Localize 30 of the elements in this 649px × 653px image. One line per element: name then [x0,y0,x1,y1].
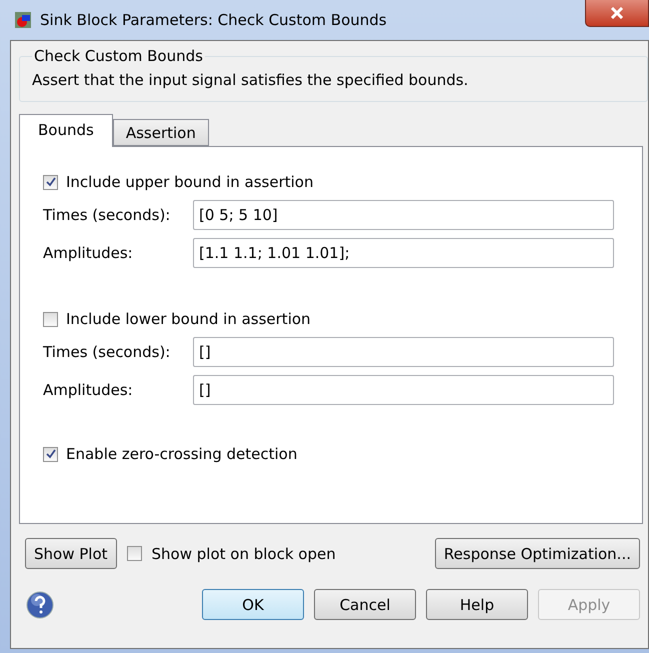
field-label: Times (seconds): [43,343,172,361]
checkbox[interactable] [43,446,58,462]
dialog-button[interactable]: Cancel [314,589,416,620]
input-field[interactable]: [1.1 1.1; 1.01 1.01]; [193,238,614,268]
window-title: Sink Block Parameters: Check Custom Bounds [40,11,388,29]
checkbox-label: Include lower bound in assertion [66,310,311,328]
field-label: Amplitudes: [43,244,134,262]
checkbox-label: Enable zero-crossing detection [66,445,298,463]
input-field[interactable]: [] [193,337,614,367]
input-field[interactable]: [] [193,375,614,405]
close-icon [610,7,624,19]
dialog-button[interactable]: OK [202,589,304,620]
tab[interactable]: Bounds [19,114,113,147]
checkbox[interactable] [43,312,58,326]
field-label: Times (seconds): [43,206,172,224]
checkbox-label: Include upper bound in assertion [66,173,314,191]
description-text: Assert that the input signal satisfies the specified bounds. [32,71,470,89]
field-label: Amplitudes: [43,381,134,399]
dialog-button[interactable]: Help [426,589,528,620]
checkbox-label: Show plot on block open [152,544,336,562]
close-button[interactable] [585,0,649,27]
group-title: Check Custom Bounds [33,47,204,65]
response-optimization-button[interactable]: Response Optimization... [434,538,640,569]
checkbox[interactable] [126,546,142,561]
tab[interactable]: Assertion [112,119,209,146]
show-plot-button[interactable]: Show Plot [25,538,117,569]
app-icon [14,11,32,29]
checkbox[interactable] [43,174,58,190]
help-icon[interactable] [25,590,55,620]
input-field[interactable]: [0 5; 5 10] [193,200,614,230]
